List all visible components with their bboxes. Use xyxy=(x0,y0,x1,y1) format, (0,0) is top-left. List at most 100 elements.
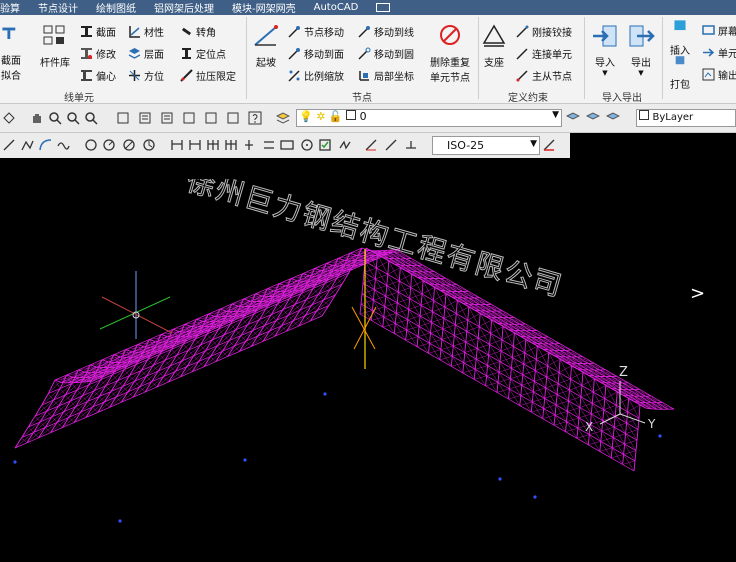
color-combo[interactable]: ByLayer xyxy=(636,109,736,127)
model-viewport[interactable]: Z X Y 徐州巨力钢结构工程有限公司 > xyxy=(0,179,736,562)
inspect-icon[interactable] xyxy=(318,138,332,152)
circle-icon[interactable] xyxy=(84,138,98,152)
dimstyle-dropdown-icon[interactable]: ▼ xyxy=(530,139,537,149)
section-button[interactable]: 截面 xyxy=(80,24,116,39)
unlock-icon: 🔓 xyxy=(328,110,343,123)
move-to-circle-button[interactable]: 移动到圆 xyxy=(358,46,414,61)
scale-icon xyxy=(288,70,300,82)
menu-expand-icon[interactable] xyxy=(376,3,391,12)
pack-button[interactable]: 打包 xyxy=(666,55,694,91)
local-coord-button[interactable]: 局部坐标 xyxy=(358,68,414,83)
unit-button[interactable]: 单元 xyxy=(702,45,736,60)
screen-button[interactable]: 屏幕 xyxy=(702,23,736,38)
ellipse-icon[interactable] xyxy=(102,138,116,152)
screen-icon xyxy=(702,25,715,35)
layer-combo[interactable]: 💡 ✲ 🔓 0 ▼ xyxy=(296,109,562,127)
menu-draw-drawings[interactable]: 绘制图纸 xyxy=(96,0,136,15)
menu-node-design[interactable]: 节点设计 xyxy=(38,0,78,15)
properties-icon[interactable] xyxy=(116,111,130,125)
tension-limit-button[interactable]: 拉压限定 xyxy=(180,68,236,83)
zoom-previous-icon[interactable] xyxy=(84,111,98,125)
zoom-realtime-icon[interactable] xyxy=(48,111,62,125)
tool-palette-icon[interactable] xyxy=(160,111,174,125)
layer-properties-icon[interactable] xyxy=(276,111,290,125)
color-square-icon xyxy=(346,110,357,120)
help-icon[interactable] xyxy=(248,111,262,125)
menu-verify[interactable]: 验算 xyxy=(0,0,20,15)
layer-match-icon[interactable] xyxy=(586,111,600,125)
menu-al-grid-post[interactable]: 铝网架后处理 xyxy=(154,0,214,15)
dim-linear-icon[interactable] xyxy=(170,138,184,152)
import-button[interactable]: 导入 ▼ xyxy=(590,23,620,77)
layer-current-icon[interactable] xyxy=(566,111,580,125)
member-library-button[interactable]: 杆件库 xyxy=(36,23,74,69)
nav-icon[interactable] xyxy=(2,111,16,125)
design-center-icon[interactable] xyxy=(138,111,152,125)
sheet-set-icon[interactable] xyxy=(182,111,196,125)
orientation-icon xyxy=(129,70,140,81)
support-button[interactable]: 支座 xyxy=(480,23,508,69)
spline-icon[interactable] xyxy=(56,138,70,152)
eccentric-button[interactable]: 偏心 xyxy=(80,68,116,83)
menu-bar: 验算 节点设计 绘制图纸 铝网架后处理 模块-网架网壳 AutoCAD xyxy=(0,0,736,15)
dimstyle-combo[interactable]: ISO-25 ▼ xyxy=(432,136,540,155)
menu-autocad[interactable]: AutoCAD xyxy=(314,2,359,13)
member-library-icon xyxy=(43,25,65,45)
material-button[interactable]: 材性 xyxy=(128,24,164,39)
revcloud-icon[interactable] xyxy=(142,138,156,152)
dim-text-edit-icon[interactable] xyxy=(384,138,398,152)
layer-previous-icon[interactable] xyxy=(606,111,620,125)
move-to-line-button[interactable]: 移动到线 xyxy=(358,24,414,39)
dimstyle-manager-icon[interactable] xyxy=(542,138,556,152)
connect-unit-button[interactable]: 连接单元 xyxy=(516,46,572,61)
insert-button[interactable]: 插入 xyxy=(666,19,694,57)
rotate-button[interactable]: 转角 xyxy=(180,24,216,39)
layer-button[interactable]: 层面 xyxy=(128,46,164,61)
jogged-linear-icon[interactable] xyxy=(338,138,352,152)
dim-edit-icon[interactable] xyxy=(364,138,378,152)
i-beam-icon xyxy=(81,26,92,37)
draw-toolbar: ISO-25 ▼ xyxy=(0,133,570,158)
color-value: ByLayer xyxy=(652,112,694,123)
node-move-button[interactable]: 节点移动 xyxy=(288,24,344,39)
arc-icon[interactable] xyxy=(38,138,52,152)
tolerance-frame-icon[interactable] xyxy=(280,138,294,152)
polyline-icon[interactable] xyxy=(20,138,34,152)
import-dropdown-icon: ▼ xyxy=(602,69,608,77)
section-fit-button[interactable]: 截面 拟合 xyxy=(0,21,22,82)
section-fit-icon xyxy=(2,27,16,39)
hatch-icon[interactable] xyxy=(122,138,136,152)
group-label-node: 节点 xyxy=(352,93,372,104)
layer-dropdown-icon[interactable]: ▼ xyxy=(552,110,559,120)
insert-icon xyxy=(674,20,686,31)
material-icon xyxy=(129,26,140,38)
next-arrow-icon[interactable]: > xyxy=(690,283,705,304)
export-button[interactable]: 导出 ▼ xyxy=(626,23,656,77)
zoom-window-icon[interactable] xyxy=(66,111,80,125)
rigid-hinge-button[interactable]: 刚接铰接 xyxy=(516,24,572,39)
line-icon[interactable] xyxy=(2,138,16,152)
locate-point-button[interactable]: 定位点 xyxy=(180,46,226,61)
tolerance-icon[interactable] xyxy=(262,138,276,152)
markup-icon[interactable] xyxy=(204,111,218,125)
dim-update-icon[interactable] xyxy=(404,138,418,152)
dim-ordinate-icon[interactable] xyxy=(242,138,256,152)
dim-aligned-icon[interactable] xyxy=(188,138,202,152)
layer-value: 0 xyxy=(359,110,367,123)
calculator-icon[interactable] xyxy=(226,111,240,125)
master-slave-button[interactable]: 主从节点 xyxy=(516,68,572,83)
center-mark-icon[interactable] xyxy=(300,138,314,152)
scale-button[interactable]: 比例缩放 xyxy=(288,68,344,83)
move-to-surface-button[interactable]: 移动到面 xyxy=(288,46,344,61)
dim-continue-icon[interactable] xyxy=(224,138,238,152)
ribbon: 截面 拟合 杆件库 截面 修改 偏心 材性 层面 方位 转角 定位点 拉压限定 … xyxy=(0,15,736,104)
delete-duplicate-button[interactable]: 删除重复 单元节点 xyxy=(426,23,474,84)
dim-baseline-icon[interactable] xyxy=(206,138,220,152)
orientation-button[interactable]: 方位 xyxy=(128,68,164,83)
modify-button[interactable]: 修改 xyxy=(80,46,116,61)
slope-button[interactable]: 起坡 xyxy=(252,23,280,69)
menu-module-grid[interactable]: 模块-网架网壳 xyxy=(232,0,296,15)
pan-hand-icon[interactable] xyxy=(30,111,44,125)
output-button[interactable]: 输出 xyxy=(702,67,736,82)
standard-toolbar: 💡 ✲ 🔓 0 ▼ ByLayer xyxy=(0,104,736,133)
